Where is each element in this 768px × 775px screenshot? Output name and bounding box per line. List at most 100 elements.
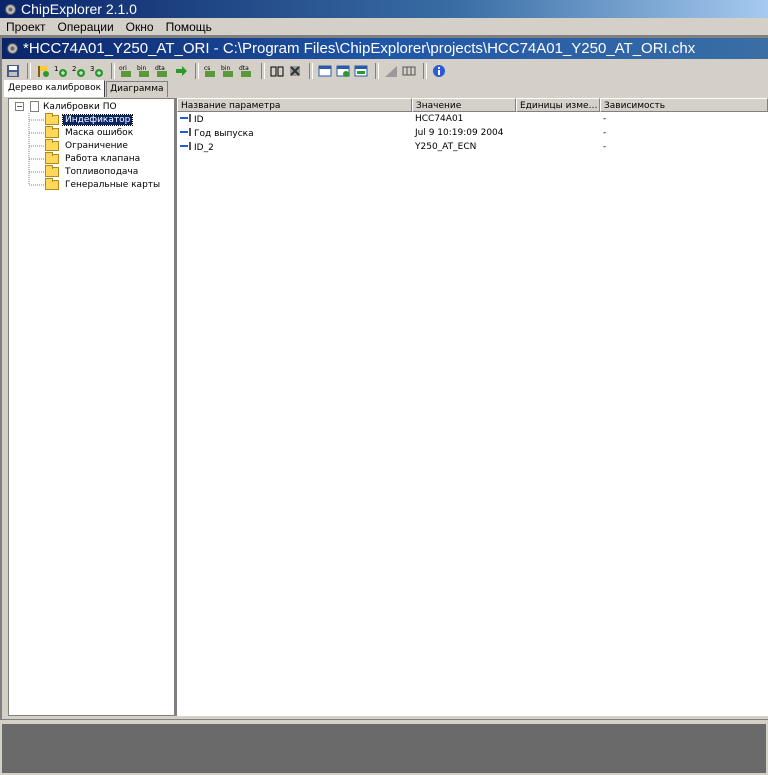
- param-name: ID_2: [194, 142, 214, 153]
- tree-item-limit[interactable]: Ограничение: [45, 138, 130, 152]
- save-icon[interactable]: [5, 63, 21, 79]
- param-name: Год выпуска: [194, 128, 254, 139]
- param-value: HCC74A01: [415, 114, 464, 124]
- column-header-name[interactable]: Название параметра: [177, 98, 412, 112]
- folder-icon: [45, 125, 59, 138]
- toolbar-separator: [261, 63, 265, 79]
- param-value: Jul 9 10:19:09 2004: [415, 128, 504, 138]
- tree-item-label: Работа клапана: [65, 153, 141, 164]
- tree-root[interactable]: − Калибровки ПО: [15, 101, 117, 112]
- toolbar-separator: [195, 63, 199, 79]
- tab-calibration-tree[interactable]: Дерево калибровок: [4, 80, 106, 97]
- menu-window[interactable]: Окно: [120, 20, 160, 34]
- cs-icon[interactable]: cs: [203, 63, 219, 79]
- param-name-cell: ID_2: [177, 141, 412, 153]
- parameter-table: Название параметра Значение Единицы изме…: [175, 98, 768, 716]
- arrow-right-icon[interactable]: [173, 63, 189, 79]
- param-name: ID: [194, 114, 204, 125]
- folder-icon: [45, 177, 59, 190]
- param-dependency: -: [603, 142, 607, 152]
- hex-icon[interactable]: [401, 63, 417, 79]
- menu-project[interactable]: Проект: [0, 20, 52, 34]
- tree-item-fuel-supply[interactable]: Топливоподача: [45, 164, 140, 178]
- svg-text:3: 3: [90, 65, 94, 73]
- tree-item-label: Ограничение: [65, 140, 128, 151]
- tree-connector-lines: [28, 113, 45, 186]
- tree-item-identifier[interactable]: Индефикатор: [45, 112, 134, 126]
- table-header: Название параметра Значение Единицы изме…: [177, 98, 768, 112]
- svg-text:dta: dta: [239, 65, 249, 72]
- svg-text:cs: cs: [204, 65, 210, 72]
- add-2-icon[interactable]: 2: [71, 63, 87, 79]
- param-value: Y250_AT_ECN: [415, 142, 477, 152]
- app-gear-icon: [3, 2, 17, 16]
- menu-bar: Проект Операции Окно Помощь: [0, 18, 768, 36]
- add-3-icon[interactable]: 3: [89, 63, 105, 79]
- param-dependency: -: [603, 128, 607, 138]
- menu-operations[interactable]: Операции: [52, 20, 120, 34]
- tree-item-label: Маска ошибок: [65, 127, 134, 138]
- svg-text:bin: bin: [221, 65, 230, 72]
- document-title: *HCC74A01_Y250_AT_ORI - C:\Program Files…: [23, 40, 696, 57]
- svg-text:ori: ori: [119, 65, 127, 72]
- app-title-bar[interactable]: ChipExplorer 2.1.0: [0, 0, 768, 18]
- dta2-icon[interactable]: dta: [239, 63, 255, 79]
- info-icon[interactable]: [431, 63, 447, 79]
- bin-icon[interactable]: bin: [137, 63, 153, 79]
- tree-item-label: Индефикатор: [61, 113, 134, 126]
- calibration-tree: − Калибровки ПО Индефикатор Маска ошибок…: [8, 98, 175, 716]
- tree-item-general-maps[interactable]: Генеральные карты: [45, 177, 162, 191]
- tab-diagram[interactable]: Диаграмма: [106, 81, 168, 97]
- param-name-cell: Год выпуска: [177, 127, 412, 139]
- panel-tabs: Дерево калибровок Диаграмма: [4, 80, 169, 97]
- tree-root-label: Калибровки ПО: [43, 101, 117, 112]
- window3-icon[interactable]: [353, 63, 369, 79]
- flag-add-icon[interactable]: [35, 63, 51, 79]
- delete-icon[interactable]: [287, 63, 303, 79]
- table-row[interactable]: ID_2 Y250_AT_ECN -: [177, 140, 768, 154]
- bin2-icon[interactable]: bin: [221, 63, 237, 79]
- chart-icon[interactable]: [383, 63, 399, 79]
- ori-icon[interactable]: ori: [119, 63, 135, 79]
- app-title: ChipExplorer 2.1.0: [21, 1, 137, 17]
- folder-icon: [45, 151, 59, 164]
- folder-icon: [45, 112, 59, 125]
- document-title-bar[interactable]: *HCC74A01_Y250_AT_ORI - C:\Program Files…: [2, 38, 768, 59]
- tree-item-label: Топливоподача: [65, 166, 139, 177]
- svg-text:dta: dta: [155, 65, 165, 72]
- folder-icon: [45, 164, 59, 177]
- parameter-icon: [180, 127, 192, 136]
- column-header-units[interactable]: Единицы изме…: [516, 98, 600, 112]
- parameter-icon: [180, 113, 192, 122]
- svg-text:2: 2: [72, 65, 76, 73]
- toolbar-separator: [111, 63, 115, 79]
- table-row[interactable]: ID HCC74A01 -: [177, 112, 768, 126]
- status-panel: [2, 724, 766, 773]
- folder-icon: [45, 138, 59, 151]
- toolbar-separator: [27, 63, 31, 79]
- toolbar-separator: [423, 63, 427, 79]
- svg-text:bin: bin: [137, 65, 146, 72]
- compare-icon[interactable]: [269, 63, 285, 79]
- window1-icon[interactable]: [317, 63, 333, 79]
- add-1-icon[interactable]: 1: [53, 63, 69, 79]
- tree-item-error-mask[interactable]: Маска ошибок: [45, 125, 135, 139]
- doc-gear-icon: [5, 42, 19, 56]
- menu-help[interactable]: Помощь: [160, 20, 218, 34]
- toolbar-separator: [375, 63, 379, 79]
- collapse-icon[interactable]: −: [15, 102, 24, 111]
- dta-icon[interactable]: dta: [155, 63, 171, 79]
- status-area: [0, 719, 768, 775]
- parameter-icon: [180, 141, 192, 150]
- toolbar: 1 2 3 ori bin dta cs bin dta: [2, 60, 768, 82]
- svg-text:1: 1: [54, 65, 58, 73]
- param-name-cell: ID: [177, 113, 412, 125]
- column-header-value[interactable]: Значение: [412, 98, 516, 112]
- table-row[interactable]: Год выпуска Jul 9 10:19:09 2004 -: [177, 126, 768, 140]
- document-icon: [30, 101, 39, 112]
- toolbar-separator: [309, 63, 313, 79]
- tree-item-label: Генеральные карты: [65, 179, 161, 190]
- tree-item-valve-operation[interactable]: Работа клапана: [45, 151, 142, 165]
- window2-icon[interactable]: [335, 63, 351, 79]
- column-header-dependency[interactable]: Зависимость: [600, 98, 768, 112]
